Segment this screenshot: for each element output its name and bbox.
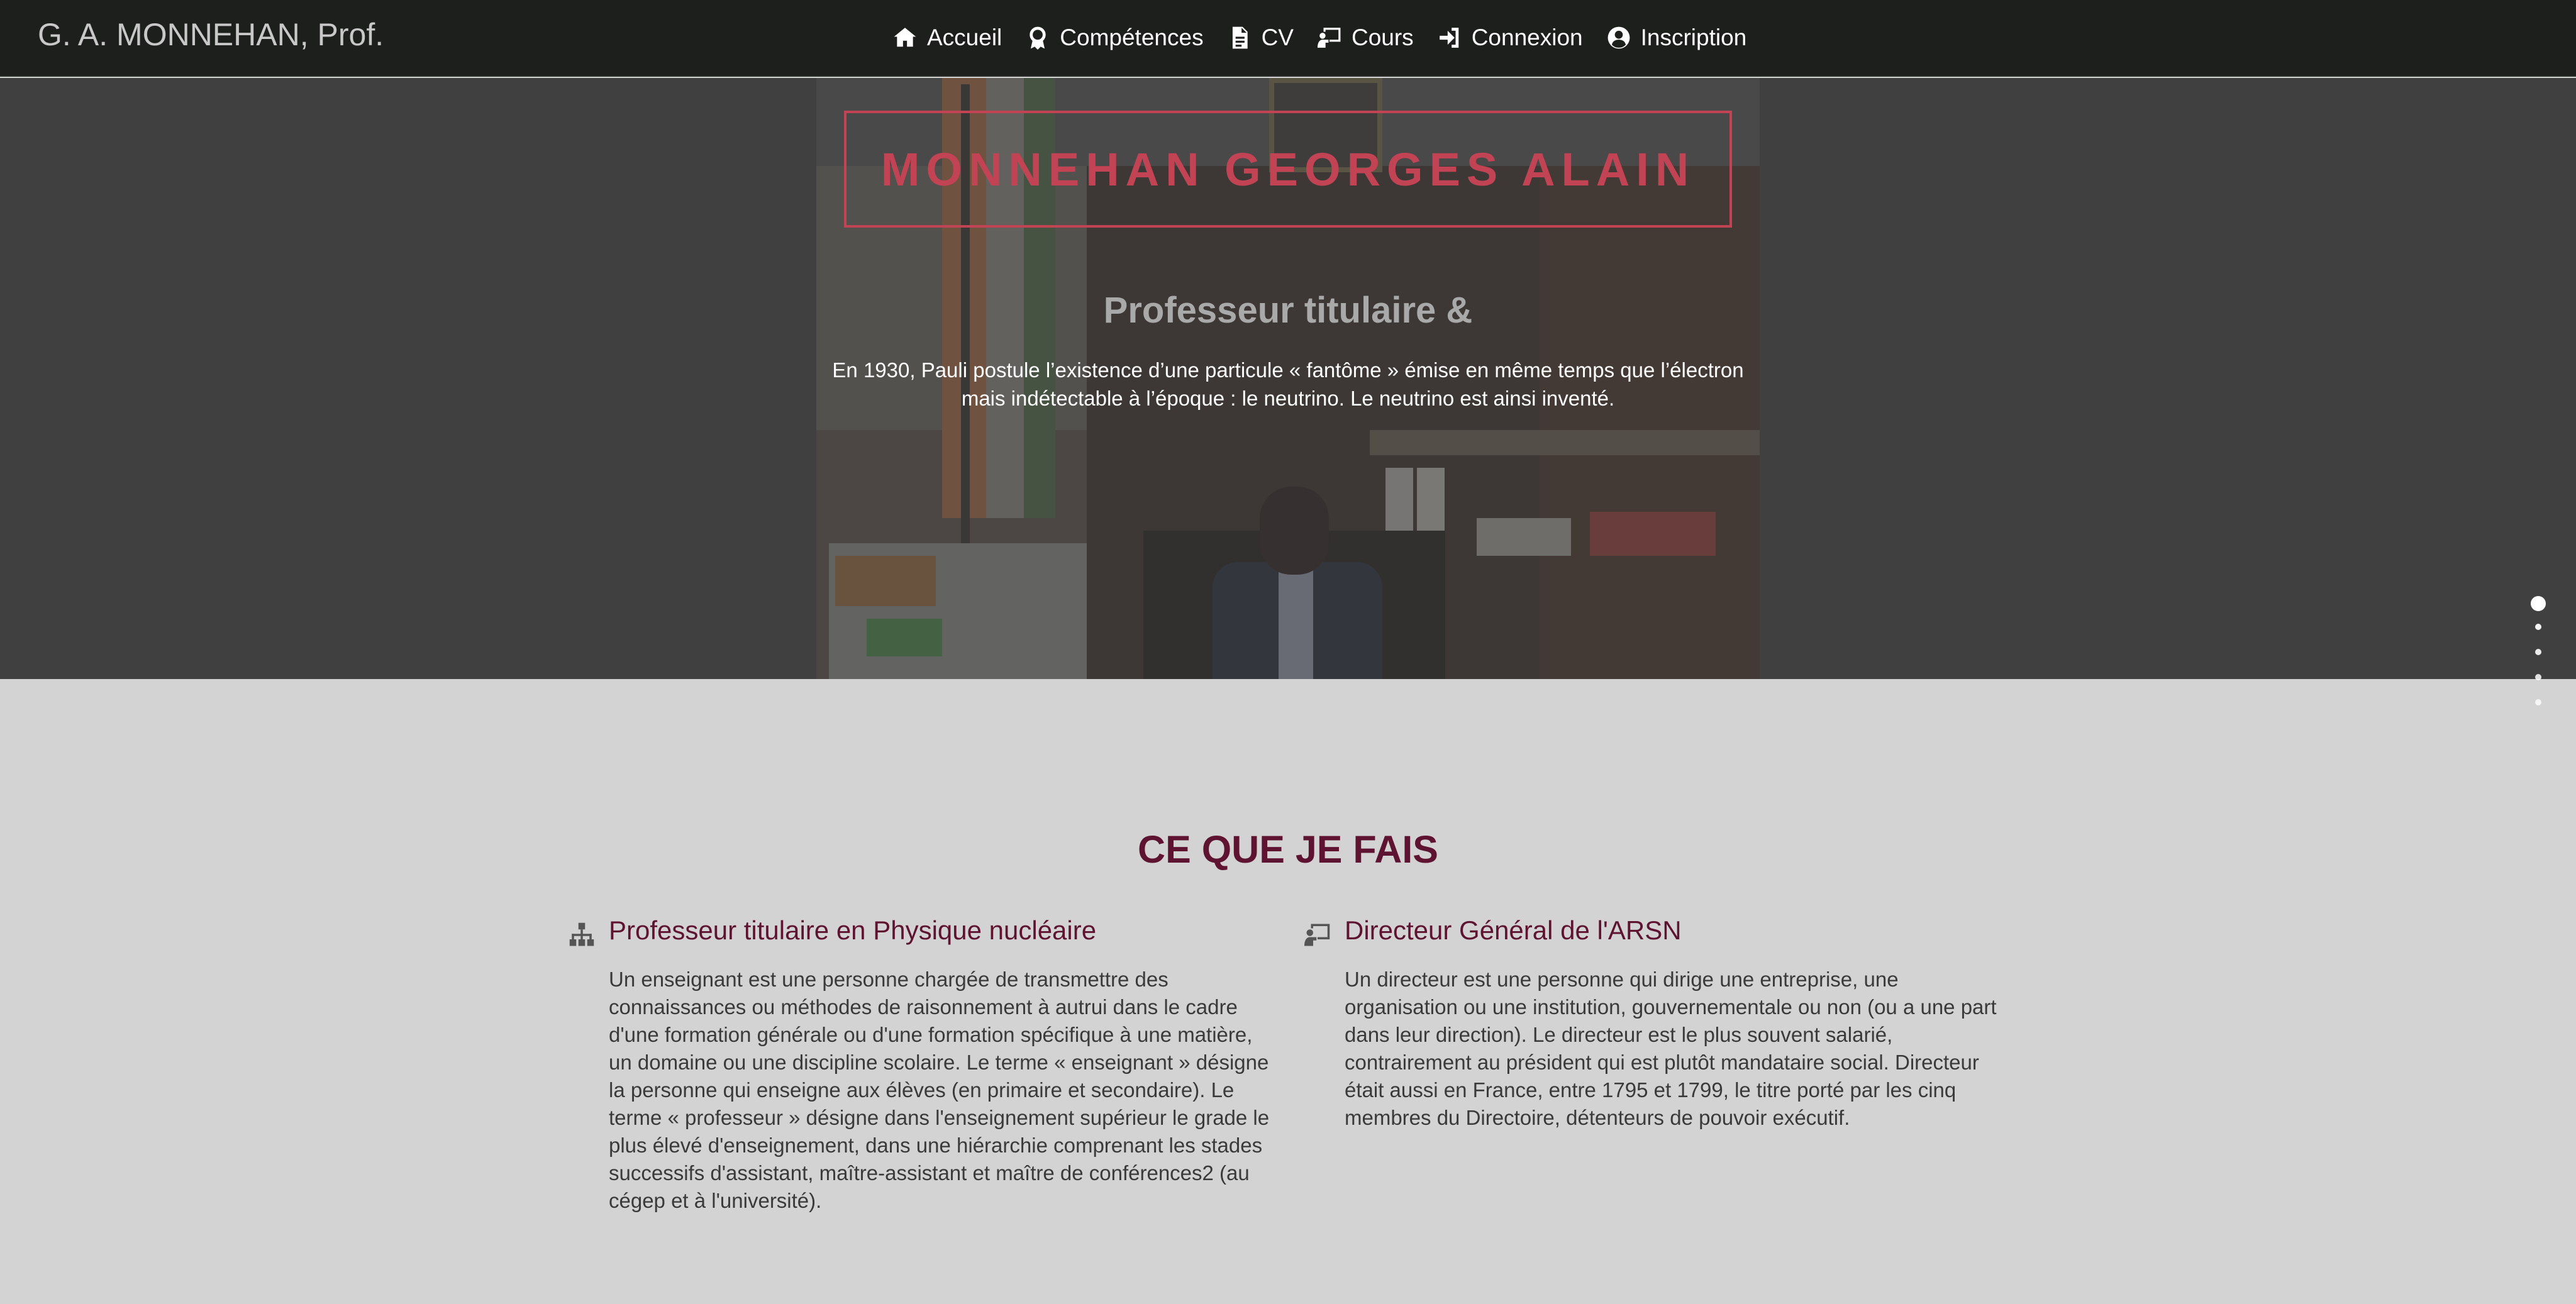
nav-item-label: Compétences (1060, 25, 1204, 50)
service-title: Directeur Général de l'ARSN (1345, 915, 1682, 945)
nav-item-connexion[interactable]: Connexion (1438, 25, 1583, 51)
nav-item-inscription[interactable]: Inscription (1607, 25, 1747, 51)
presentation-icon (1304, 922, 1331, 948)
nav-item-cours[interactable]: Cours (1317, 25, 1414, 51)
services-title: CE QUE JE FAIS (1138, 828, 1438, 871)
pager-dot-active[interactable] (2531, 596, 2546, 611)
brand-link[interactable]: G. A. MONNEHAN, Prof. (38, 16, 384, 53)
nav-item-label: Accueil (927, 25, 1002, 50)
service-title: Professeur titulaire en Physique nucléai… (609, 915, 1097, 945)
nav-item-competences[interactable]: Compétences (1026, 25, 1204, 51)
nav-item-accueil[interactable]: Accueil (893, 25, 1002, 51)
nav-item-label: Cours (1351, 25, 1414, 50)
nav-item-cv[interactable]: CV (1228, 25, 1294, 51)
service-text: Un directeur est une personne qui dirige… (1345, 968, 1997, 1129)
home-icon (894, 28, 916, 47)
sign-in-icon (1439, 28, 1458, 48)
pager-dot[interactable] (2535, 674, 2541, 680)
sitemap-icon (569, 922, 595, 948)
nav-item-label: Connexion (1471, 25, 1583, 50)
user-circle-icon (1607, 26, 1630, 49)
hero-text: En 1930, Pauli postule l’existence d’une… (832, 358, 1744, 410)
hero-subtitle: Professeur titulaire & (1103, 290, 1473, 331)
teacher-icon (1317, 28, 1341, 48)
nav-item-label: Inscription (1640, 25, 1747, 50)
hero-name: MONNEHAN GEORGES ALAIN (880, 143, 1696, 196)
pager-dot[interactable] (2535, 699, 2541, 705)
service-text: Un enseignant est une personne chargée d… (609, 968, 1270, 1212)
pager-dot[interactable] (2535, 649, 2541, 655)
navbar: G. A. MONNEHAN, Prof. Accueil Compétence… (0, 0, 2576, 77)
nav-item-label: CV (1261, 25, 1294, 50)
document-icon (1232, 26, 1248, 49)
main-nav: Accueil Compétences CV Cours Connexion I… (893, 19, 1770, 57)
award-icon (1030, 26, 1046, 50)
pager-dot[interactable] (2535, 624, 2541, 630)
hero-name-box: MONNEHAN GEORGES ALAIN (844, 111, 1732, 228)
section-pager (2528, 596, 2547, 709)
